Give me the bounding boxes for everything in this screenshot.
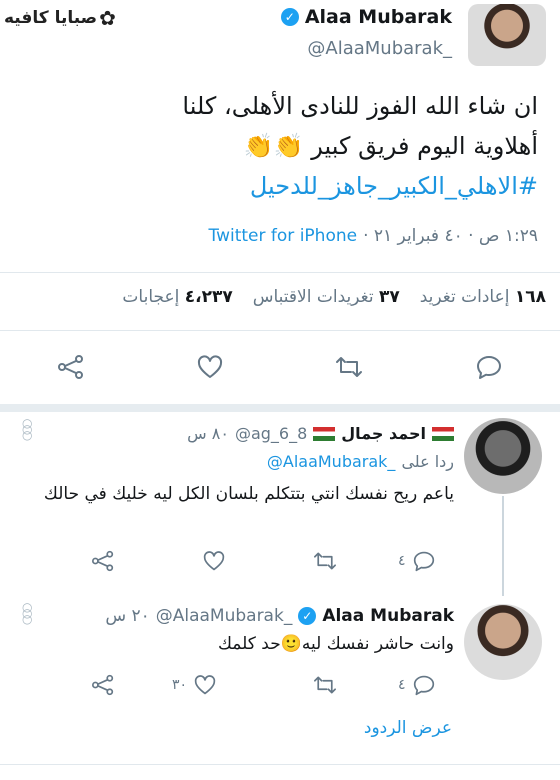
tweet-stats: ١٦٨ إعادات تغريد ٣٧ تغريدات الاقتباس ٤،٢… — [122, 287, 546, 307]
reply-avatar[interactable] — [464, 418, 542, 494]
reply1-time: ٨٠ س — [187, 424, 229, 443]
reply2-time: ٢٠ س — [105, 606, 150, 626]
show-replies-link[interactable]: عرض الردود — [364, 718, 452, 738]
tweet-line-2: أهلاوية اليوم فريق كبير 👏👏 — [243, 132, 538, 160]
clap-emoji: 👏👏 — [243, 132, 304, 160]
reply2-avatar[interactable] — [464, 604, 542, 680]
replying-to: ردا على @AlaaMubarak_ — [266, 452, 454, 471]
thread-line — [502, 496, 504, 596]
author-avatar[interactable] — [468, 4, 546, 66]
retweets-stat[interactable]: ١٦٨ إعادات تغريد — [420, 287, 546, 307]
watermark: صبايا كافيه ✿ — [4, 6, 116, 30]
reply2-like-count: ٣٠ — [172, 677, 188, 693]
flag-icon — [432, 426, 454, 441]
reply2-retweet-button[interactable] — [312, 674, 338, 696]
verified-icon: ✓ — [280, 8, 299, 26]
reply1-text: ياعم ريح نفسك انتي بتتكلم بلسان الكل ليه… — [43, 484, 454, 504]
likes-stat[interactable]: ٤،٢٣٧ إعجابات — [122, 287, 232, 307]
reply1-share-button[interactable] — [90, 550, 116, 572]
author-name-row[interactable]: ✓ Alaa Mubarak — [280, 6, 452, 28]
reply1-like-button[interactable] — [202, 550, 226, 572]
reply2-header: Alaa Mubarak ✓ @AlaaMubarak_ ٢٠ س — [105, 606, 454, 626]
divider — [0, 330, 560, 331]
reply1-reply-count: ٤ — [398, 553, 406, 569]
tweet-line-1: ان شاء الله الفوز للنادى الأهلى، كلنا — [182, 92, 538, 120]
hashtag-link[interactable]: #الاهلي_الكبير_جاهز_للدحيل — [18, 166, 538, 206]
flag-icon — [313, 426, 336, 441]
source-link[interactable]: Twitter for iPhone — [209, 226, 358, 246]
reply1-author-name[interactable]: احمد جمال — [341, 424, 426, 443]
reply2-like-button[interactable]: ٣٠ — [172, 674, 217, 696]
quotes-stat[interactable]: ٣٧ تغريدات الاقتباس — [253, 287, 400, 307]
reply2-share-button[interactable] — [90, 674, 116, 696]
reply-button[interactable] — [475, 354, 503, 380]
tweet-meta: ١:٢٩ ص · ٤٠ فبراير ٢١ · Twitter for iPho… — [209, 226, 538, 246]
share-button[interactable] — [56, 354, 86, 380]
retweet-button[interactable] — [334, 354, 364, 380]
reply2-text: وانت حاشر نفسك ليه🙂حد كلمك — [217, 634, 454, 654]
reply2-author-name[interactable]: Alaa Mubarak — [322, 606, 454, 626]
section-gap — [0, 404, 560, 412]
divider — [0, 272, 560, 273]
tweet-text: ان شاء الله الفوز للنادى الأهلى، كلنا أه… — [18, 86, 538, 206]
timestamp: ١:٢٩ ص · ٤٠ فبراير ٢١ · — [363, 226, 538, 246]
reply2-handle[interactable]: @AlaaMubarak_ — [156, 606, 293, 626]
reply1-header: احمد جمال @ag_6_8 ٨٠ س — [187, 424, 454, 443]
overflow-menu-icon[interactable]: ○ ○ ○ — [22, 417, 32, 441]
replying-handle-link[interactable]: @AlaaMubarak_ — [267, 452, 396, 471]
divider — [0, 764, 560, 765]
author-name: Alaa Mubarak — [304, 6, 452, 28]
reply1-reply-button[interactable]: ٤ — [398, 550, 436, 572]
reply1-retweet-button[interactable] — [312, 550, 338, 572]
flower-icon: ✿ — [99, 6, 116, 30]
like-button[interactable] — [196, 354, 224, 380]
overflow-menu-icon[interactable]: ○ ○ ○ — [22, 601, 32, 625]
reply2-reply-count: ٤ — [398, 677, 406, 693]
verified-icon: ✓ — [298, 607, 317, 625]
reply2-reply-button[interactable]: ٤ — [398, 674, 436, 696]
watermark-text: صبايا كافيه — [4, 8, 98, 28]
reply1-handle[interactable]: @ag_6_8 — [235, 424, 307, 443]
author-handle[interactable]: @AlaaMubarak_ — [307, 38, 452, 59]
